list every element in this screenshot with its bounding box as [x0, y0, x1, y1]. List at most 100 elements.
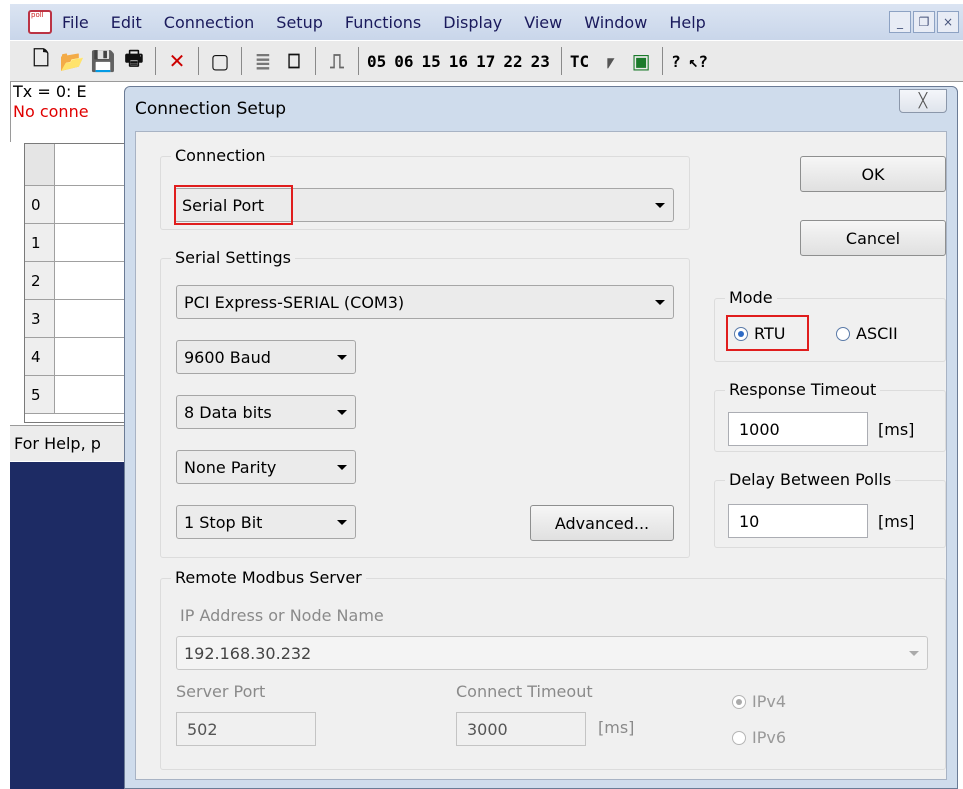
- menu-edit[interactable]: Edit: [111, 13, 142, 32]
- menu-view[interactable]: View: [524, 13, 562, 32]
- parity-select[interactable]: None Parity: [176, 450, 356, 484]
- table-row[interactable]: 5: [25, 376, 128, 414]
- table-row[interactable]: 2: [25, 262, 128, 300]
- function-16-button[interactable]: 16: [449, 52, 468, 71]
- response-timeout-input[interactable]: 1000: [728, 412, 868, 446]
- function-15-button[interactable]: 15: [422, 52, 441, 71]
- baud-rate-value: 9600 Baud: [184, 347, 271, 367]
- close-icon[interactable]: ╳: [899, 89, 947, 113]
- restore-icon[interactable]: ❐: [913, 11, 935, 33]
- chevron-down-icon: [337, 410, 347, 415]
- toolbar-separator: [358, 47, 359, 75]
- dialog-body: Connection Serial Port Serial Settings P…: [135, 131, 947, 780]
- delete-icon[interactable]: ✕: [164, 48, 190, 74]
- cancel-button[interactable]: Cancel: [800, 220, 946, 256]
- menu-functions[interactable]: Functions: [345, 13, 421, 32]
- menu-display[interactable]: Display: [443, 13, 502, 32]
- menu-connection[interactable]: Connection: [164, 13, 255, 32]
- ipv4-radio[interactable]: IPv4: [732, 692, 786, 711]
- connect-timeout-input[interactable]: 3000: [456, 712, 586, 746]
- grid-header: [25, 144, 128, 186]
- function-05-button[interactable]: 05: [367, 52, 386, 71]
- server-port-input[interactable]: 502: [176, 712, 316, 746]
- advanced-button[interactable]: Advanced...: [530, 505, 674, 541]
- open-folder-icon[interactable]: 📂: [59, 48, 85, 74]
- chart-icon[interactable]: ▣: [628, 48, 654, 74]
- rtu-highlight: [726, 315, 809, 351]
- menu-setup[interactable]: Setup: [276, 13, 323, 32]
- save-icon[interactable]: 💾: [90, 48, 116, 74]
- grid-corner: [25, 144, 55, 185]
- row-number: 5: [25, 376, 55, 413]
- connect-icon[interactable]: ≣: [250, 48, 276, 74]
- tc-button[interactable]: TC: [570, 52, 589, 71]
- print-icon[interactable]: 🖶: [121, 46, 147, 74]
- ip-address-value: 192.168.30.232: [184, 643, 312, 663]
- communication-icon[interactable]: ⎖: [597, 48, 623, 74]
- whats-this-icon[interactable]: ↖?: [689, 52, 708, 71]
- connection-setup-dialog: Connection Setup ╳ Connection Serial Por…: [124, 86, 958, 789]
- ascii-radio[interactable]: ASCII: [836, 324, 898, 343]
- parity-value: None Parity: [184, 457, 277, 477]
- delay-between-polls-unit: [ms]: [878, 512, 915, 531]
- data-grid: 0 1 2 3 4 5: [24, 143, 129, 423]
- ipv6-label: IPv6: [752, 728, 787, 747]
- row-number: 1: [25, 224, 55, 261]
- toolbar-separator: [560, 47, 562, 75]
- chevron-down-icon: [655, 203, 665, 208]
- toolbar-separator: [155, 47, 156, 75]
- menu-file[interactable]: File: [62, 13, 89, 32]
- mode-group-label: Mode: [725, 288, 777, 307]
- data-bits-select[interactable]: 8 Data bits: [176, 395, 356, 429]
- table-row[interactable]: 3: [25, 300, 128, 338]
- window-controls: _ ❐ ×: [889, 11, 959, 33]
- stop-bits-value: 1 Stop Bit: [184, 512, 263, 532]
- ok-button[interactable]: OK: [800, 156, 946, 192]
- minimize-icon[interactable]: _: [889, 11, 911, 33]
- connection-group-label: Connection: [171, 146, 270, 165]
- connect-timeout-unit: [ms]: [598, 718, 635, 737]
- table-row[interactable]: 0: [25, 186, 128, 224]
- delay-between-polls-label: Delay Between Polls: [725, 470, 896, 489]
- function-22-button[interactable]: 22: [503, 52, 522, 71]
- pulse-icon[interactable]: ⎍: [324, 48, 350, 74]
- response-timeout-label: Response Timeout: [725, 380, 881, 399]
- table-row[interactable]: 1: [25, 224, 128, 262]
- disconnect-icon[interactable]: ⎕: [281, 48, 307, 74]
- help-icon[interactable]: ?: [671, 52, 681, 71]
- row-number: 0: [25, 186, 55, 223]
- stop-bits-select[interactable]: 1 Stop Bit: [176, 505, 356, 539]
- data-bits-value: 8 Data bits: [184, 402, 272, 422]
- serial-port-select[interactable]: PCI Express-SERIAL (COM3): [176, 285, 674, 319]
- table-row[interactable]: 4: [25, 338, 128, 376]
- ipv6-radio[interactable]: IPv6: [732, 728, 786, 747]
- ip-address-select[interactable]: 192.168.30.232: [176, 636, 928, 670]
- baud-rate-select[interactable]: 9600 Baud: [176, 340, 356, 374]
- row-number: 2: [25, 262, 55, 299]
- row-number: 3: [25, 300, 55, 337]
- desktop-background: [10, 462, 135, 789]
- close-icon[interactable]: ×: [937, 11, 959, 33]
- radio-unselected-icon: [732, 730, 746, 745]
- radio-selected-icon: [732, 694, 746, 709]
- radio-unselected-icon: [836, 326, 850, 341]
- menu-window[interactable]: Window: [584, 13, 647, 32]
- toolbar-separator: [198, 47, 199, 75]
- menu-help[interactable]: Help: [669, 13, 705, 32]
- toolbar-separator: [315, 47, 316, 75]
- function-23-button[interactable]: 23: [531, 52, 550, 71]
- document-status: Tx = 0: E No conne: [10, 82, 130, 142]
- window-icon[interactable]: ▢: [207, 48, 233, 74]
- function-17-button[interactable]: 17: [476, 52, 495, 71]
- delay-between-polls-input[interactable]: 10: [728, 504, 868, 538]
- function-06-button[interactable]: 06: [394, 52, 413, 71]
- dialog-title: Connection Setup: [135, 99, 287, 119]
- server-port-label: Server Port: [176, 682, 266, 701]
- connection-status: No conne: [13, 102, 89, 121]
- app-logo-icon[interactable]: [28, 10, 52, 34]
- serial-port-highlight: [174, 185, 293, 225]
- chevron-down-icon: [909, 651, 919, 656]
- toolbar-separator: [662, 47, 664, 75]
- serial-settings-label: Serial Settings: [171, 248, 295, 267]
- new-file-icon[interactable]: 🗋: [28, 46, 54, 74]
